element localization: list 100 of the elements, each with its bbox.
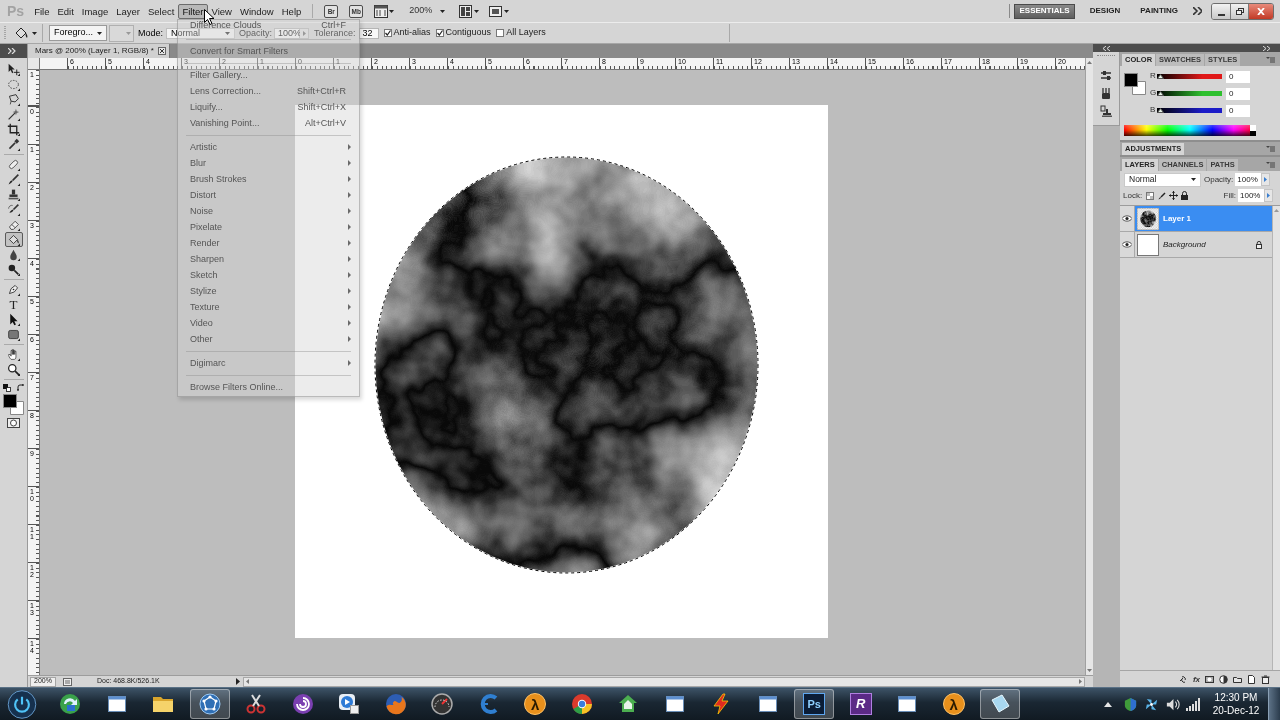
channel-value-field[interactable]: 0 bbox=[1226, 88, 1250, 100]
link-icon[interactable] bbox=[1178, 674, 1188, 684]
workspace-button[interactable]: ESSENTIALS bbox=[1014, 3, 1075, 19]
menu-item[interactable]: Help bbox=[277, 3, 306, 19]
menu-item[interactable]: Lens Correction... bbox=[190, 87, 262, 95]
slider-thumb[interactable] bbox=[1157, 91, 1164, 96]
minimize-button[interactable] bbox=[1212, 3, 1231, 19]
default-colors-icon[interactable] bbox=[2, 384, 11, 392]
signal-bars-icon[interactable] bbox=[1186, 697, 1200, 711]
menu-item[interactable]: Blur bbox=[190, 159, 206, 167]
menu-item[interactable]: Render bbox=[190, 239, 220, 247]
paint-bucket-icon[interactable] bbox=[13, 25, 29, 41]
panel-menu-icon[interactable] bbox=[1266, 57, 1275, 63]
menu-item[interactable]: Sketch bbox=[190, 271, 218, 279]
taskbar-button[interactable]: λ bbox=[515, 689, 556, 719]
speaker-icon[interactable] bbox=[1165, 696, 1180, 712]
foreground-color-swatch[interactable] bbox=[1124, 73, 1138, 87]
menu-item[interactable]: Digimarc bbox=[190, 359, 226, 367]
taskbar-button[interactable] bbox=[189, 689, 230, 719]
checkbox[interactable] bbox=[496, 29, 505, 37]
scroll-down-arrow-icon[interactable] bbox=[1087, 669, 1092, 672]
menu-item[interactable]: Filter Gallery... bbox=[190, 71, 248, 79]
close-button[interactable] bbox=[1249, 3, 1273, 19]
panel-menu-icon[interactable] bbox=[1266, 146, 1275, 152]
panel-menu-icon[interactable] bbox=[1266, 162, 1275, 168]
arrange-documents-icon[interactable] bbox=[459, 4, 480, 18]
clone-source-icon[interactable] bbox=[1100, 105, 1112, 117]
menu-item[interactable]: Layer bbox=[112, 3, 144, 19]
vertical-scrollbar[interactable] bbox=[1085, 58, 1093, 675]
menu-item[interactable]: Browse Filters Online... bbox=[190, 383, 284, 391]
layers-scrollbar[interactable] bbox=[1272, 206, 1280, 670]
menu-item[interactable]: Difference Clouds bbox=[190, 21, 262, 29]
trash-icon[interactable] bbox=[1261, 674, 1270, 684]
folder-icon[interactable] bbox=[1233, 674, 1242, 684]
status-menu-arrow-icon[interactable] bbox=[236, 678, 240, 685]
half-circle-icon[interactable] bbox=[1219, 674, 1228, 684]
scroll-right-arrow-icon[interactable] bbox=[1079, 679, 1082, 684]
menu-item[interactable]: Filter bbox=[178, 3, 208, 19]
color-slider-track[interactable] bbox=[1157, 108, 1222, 113]
document-info-icon[interactable] bbox=[63, 677, 72, 686]
swap-arrow-icon[interactable] bbox=[16, 384, 25, 392]
double-chevron-left-icon[interactable] bbox=[1103, 45, 1110, 51]
restore-button[interactable] bbox=[1231, 3, 1249, 19]
eye-icon[interactable] bbox=[1122, 215, 1132, 222]
menu-item[interactable]: Sharpen bbox=[190, 255, 225, 263]
zoom-level-dropdown[interactable]: 200% bbox=[409, 4, 446, 18]
shield-icon[interactable] bbox=[1123, 696, 1138, 712]
menu-item[interactable]: Pixelate bbox=[190, 223, 223, 231]
taskbar-button[interactable] bbox=[980, 689, 1021, 719]
document-tab[interactable]: Mars @ 200% (Layer 1, RGB/8) * bbox=[28, 44, 170, 58]
menu-item[interactable]: File bbox=[30, 3, 54, 19]
eye-icon[interactable] bbox=[1122, 241, 1132, 248]
new-page-icon[interactable] bbox=[1247, 674, 1256, 684]
ruler-origin-box[interactable] bbox=[28, 58, 40, 70]
scroll-left-arrow-icon[interactable] bbox=[246, 679, 249, 684]
menu-item[interactable]: Brush Strokes bbox=[190, 175, 247, 183]
quick-mask-icon[interactable] bbox=[7, 418, 20, 428]
checkbox[interactable] bbox=[435, 29, 444, 37]
double-chevron-right-icon[interactable] bbox=[1263, 45, 1270, 51]
workspace-button[interactable]: PAINTING bbox=[1135, 3, 1183, 19]
menu-item[interactable]: Vanishing Point... bbox=[190, 119, 260, 127]
checkbox[interactable] bbox=[383, 29, 392, 37]
taskbar-button[interactable]: Ps bbox=[794, 689, 835, 719]
menu-item[interactable]: Convert for Smart Filters bbox=[190, 47, 289, 55]
fill-source-dropdown[interactable]: Foregro... bbox=[49, 25, 107, 41]
color-slider-track[interactable] bbox=[1157, 74, 1222, 79]
menu-item[interactable]: Image bbox=[77, 3, 113, 19]
mask-icon[interactable] bbox=[1205, 674, 1214, 684]
opacity-slider-button[interactable] bbox=[1261, 173, 1271, 186]
menu-item[interactable]: Select bbox=[144, 3, 179, 19]
close-icon[interactable] bbox=[158, 47, 166, 55]
view-extras-menu-icon[interactable] bbox=[374, 4, 395, 18]
scroll-up-arrow-icon[interactable] bbox=[1087, 61, 1092, 64]
taskbar-button[interactable]: R bbox=[840, 689, 881, 719]
start-orb-icon[interactable] bbox=[5, 688, 39, 720]
taskbar-button[interactable]: λ bbox=[933, 689, 974, 719]
workspace-button[interactable]: DESIGN bbox=[1084, 3, 1126, 19]
opacity-field[interactable]: 100% bbox=[1235, 173, 1262, 186]
brush-icon[interactable] bbox=[1158, 191, 1167, 200]
fill-slider-button[interactable] bbox=[1264, 189, 1273, 202]
tool-button[interactable]: T bbox=[4, 297, 23, 312]
opacity-field[interactable]: 100% bbox=[274, 27, 301, 39]
menu-item[interactable]: Window bbox=[235, 3, 278, 19]
menu-item[interactable]: Noise bbox=[190, 207, 213, 215]
menu-item[interactable]: Stylize bbox=[190, 287, 217, 295]
move-arrows-icon[interactable] bbox=[1169, 191, 1179, 200]
opacity-slider-button[interactable] bbox=[300, 27, 310, 39]
pinwheel-icon[interactable] bbox=[1144, 696, 1159, 712]
menu-item[interactable]: Distort bbox=[190, 191, 216, 199]
menu-item[interactable]: Liquify... bbox=[190, 103, 223, 111]
double-chevron-icon[interactable] bbox=[1193, 7, 1202, 15]
sliders-icon[interactable] bbox=[1100, 70, 1112, 82]
show-desktop-button[interactable] bbox=[1268, 688, 1280, 720]
slider-thumb[interactable] bbox=[1157, 108, 1164, 113]
tool-button[interactable] bbox=[4, 232, 23, 247]
menu-item[interactable]: Artistic bbox=[190, 143, 217, 151]
foreground-color-swatch[interactable] bbox=[3, 394, 17, 408]
color-spectrum-bar[interactable] bbox=[1124, 125, 1256, 136]
grip-icon[interactable] bbox=[4, 25, 7, 41]
up-arrow-icon[interactable] bbox=[1104, 701, 1112, 707]
